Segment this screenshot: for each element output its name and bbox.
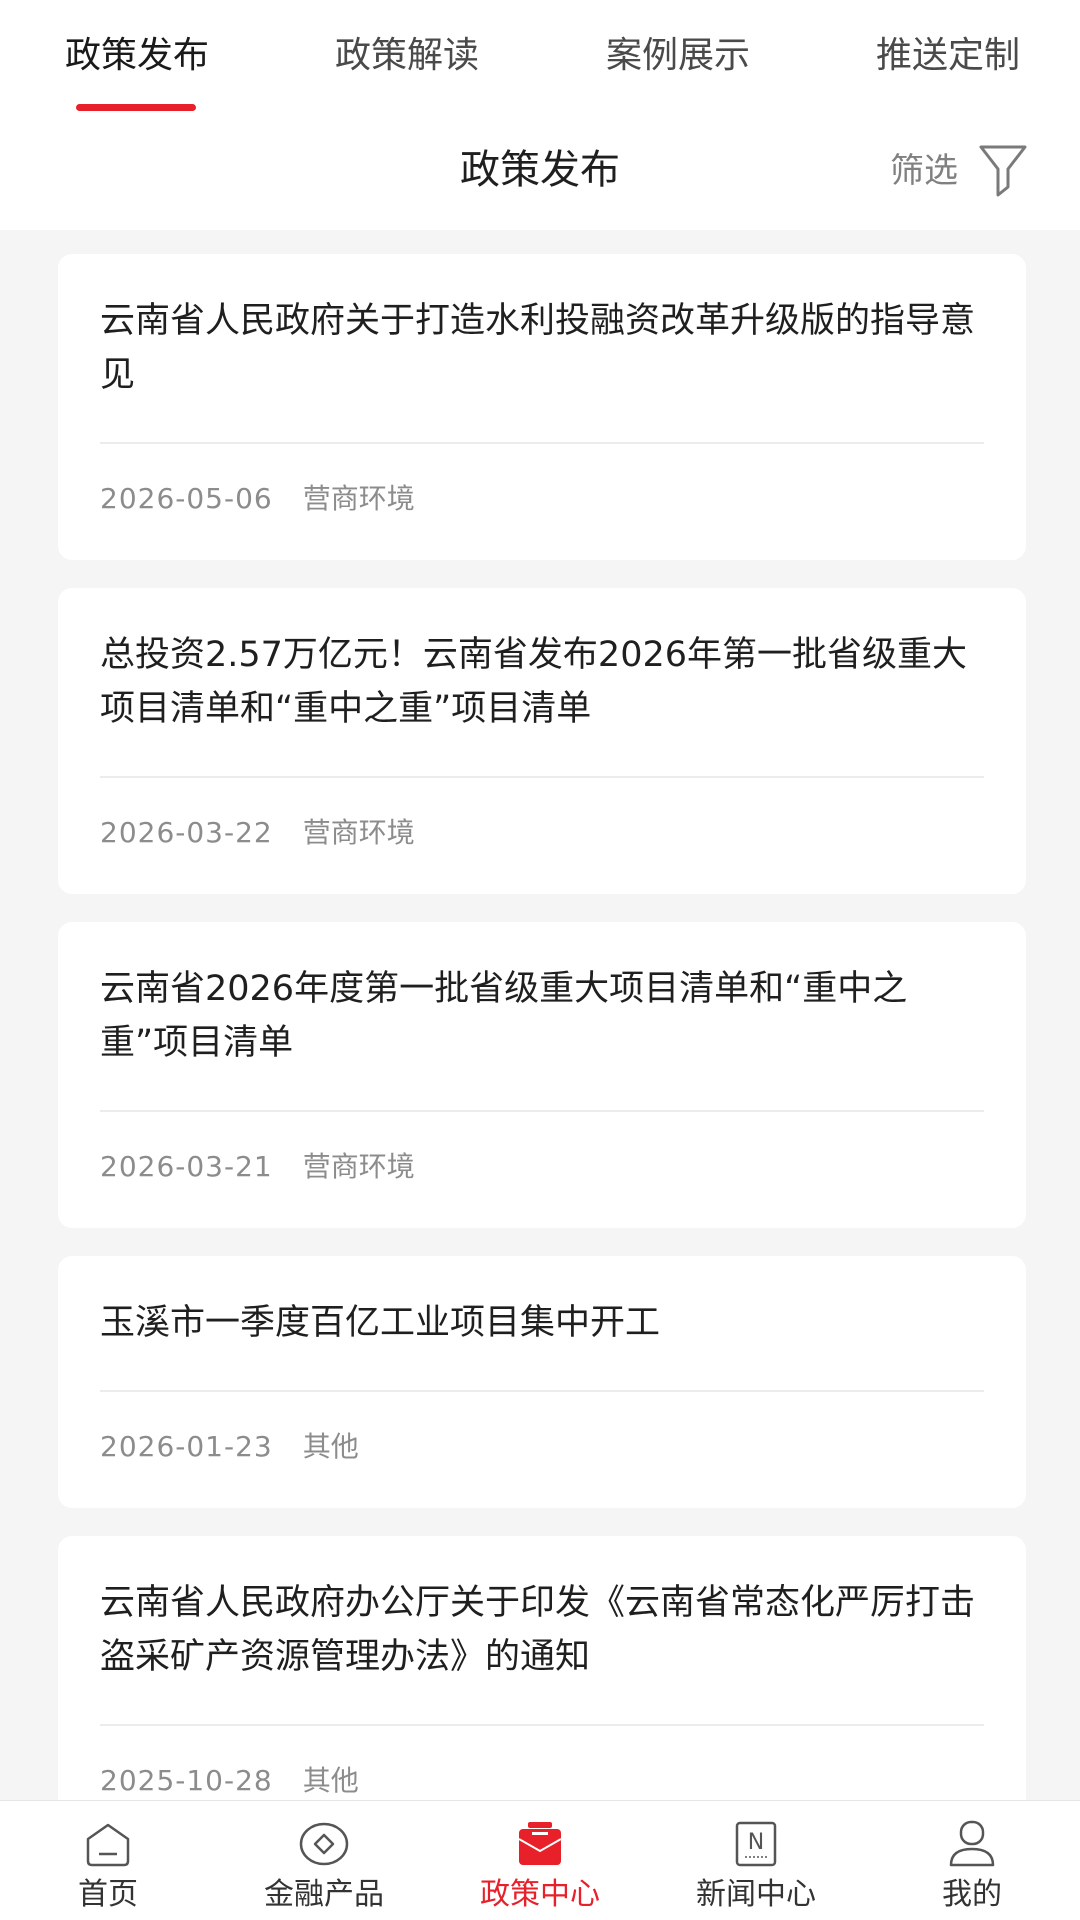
policy-card[interactable]: 云南省人民政府办公厅关于印发《云南省常态化严厉打击盗采矿产资源管理办法》的通知 … — [58, 1536, 1026, 1842]
policy-folder-icon — [518, 1822, 562, 1865]
policy-date: 2026-03-22 — [100, 816, 273, 849]
tab-policy-release[interactable]: 政策发布 — [52, 28, 222, 84]
policy-category: 营商环境 — [302, 482, 415, 515]
policy-title: 云南省人民政府办公厅关于印发《云南省常态化严厉打击盗采矿产资源管理办法》的通知 — [100, 1536, 984, 1726]
policy-card[interactable]: 云南省人民政府关于打造水利投融资改革升级版的指导意见 2026-05-06 营商… — [58, 254, 1026, 560]
svg-text:N: N — [748, 1830, 764, 1855]
finance-coin-icon — [299, 1822, 349, 1866]
policy-category: 其他 — [302, 1764, 359, 1797]
funnel-icon — [979, 145, 1027, 197]
filter-label: 筛选 — [890, 151, 958, 191]
policy-category: 营商环境 — [302, 1150, 415, 1183]
bottom-nav: 首页 金融产品 政策中心 N 新闻中心 我的 — [0, 1800, 1080, 1920]
policy-title: 云南省2026年度第一批省级重大项目清单和“重中之重”项目清单 — [100, 922, 984, 1112]
nav-label: 我的 — [942, 1877, 1002, 1912]
policy-title: 云南省人民政府关于打造水利投融资改革升级版的指导意见 — [100, 254, 984, 444]
policy-card[interactable]: 云南省2026年度第一批省级重大项目清单和“重中之重”项目清单 2026-03-… — [58, 922, 1026, 1228]
policy-category: 营商环境 — [302, 816, 415, 849]
policy-title: 玉溪市一季度百亿工业项目集中开工 — [100, 1256, 984, 1392]
policy-date: 2025-10-28 — [100, 1764, 273, 1797]
policy-meta: 2026-05-06 营商环境 — [100, 444, 984, 560]
policy-date: 2026-03-21 — [100, 1150, 273, 1183]
tab-policy-interpretation[interactable]: 政策解读 — [322, 28, 492, 84]
active-tab-indicator — [76, 104, 196, 111]
policy-meta: 2026-01-23 其他 — [100, 1392, 984, 1508]
home-icon — [86, 1823, 130, 1867]
nav-item-news-center[interactable]: N 新闻中心 — [648, 1801, 864, 1920]
nav-label: 首页 — [78, 1877, 138, 1912]
policy-date: 2026-05-06 — [100, 482, 273, 515]
policy-card[interactable]: 玉溪市一季度百亿工业项目集中开工 2026-01-23 其他 — [58, 1256, 1026, 1508]
filter-button[interactable]: 筛选 — [890, 142, 1028, 200]
policy-title: 总投资2.57万亿元！云南省发布2026年第一批省级重大项目清单和“重中之重”项… — [100, 588, 984, 778]
nav-item-finance[interactable]: 金融产品 — [216, 1801, 432, 1920]
policy-card[interactable]: 总投资2.57万亿元！云南省发布2026年第一批省级重大项目清单和“重中之重”项… — [58, 588, 1026, 894]
nav-item-home[interactable]: 首页 — [0, 1801, 216, 1920]
policy-meta: 2026-03-22 营商环境 — [100, 778, 984, 894]
news-icon: N — [735, 1821, 777, 1867]
tab-case-showcase[interactable]: 案例展示 — [593, 28, 763, 84]
profile-icon — [949, 1820, 995, 1867]
nav-item-profile[interactable]: 我的 — [864, 1801, 1080, 1920]
nav-item-policy-center[interactable]: 政策中心 — [432, 1801, 648, 1920]
category-tabs: 政策发布 政策解读 案例展示 推送定制 — [0, 0, 1080, 120]
policy-meta: 2026-03-21 营商环境 — [100, 1112, 984, 1228]
policy-list: 云南省人民政府关于打造水利投融资改革升级版的指导意见 2026-05-06 营商… — [58, 254, 1026, 1870]
nav-label: 金融产品 — [264, 1877, 384, 1912]
top-area: 政策发布 政策解读 案例展示 推送定制 政策发布 筛选 — [0, 0, 1080, 230]
policy-category: 其他 — [302, 1430, 359, 1463]
nav-label: 政策中心 — [480, 1877, 600, 1912]
nav-label: 新闻中心 — [696, 1877, 816, 1912]
tab-push-customization[interactable]: 推送定制 — [863, 28, 1033, 84]
policy-date: 2026-01-23 — [100, 1430, 273, 1463]
